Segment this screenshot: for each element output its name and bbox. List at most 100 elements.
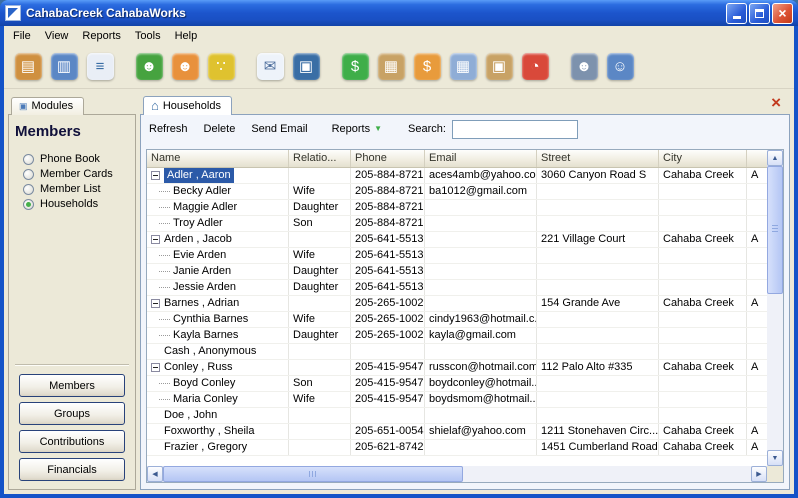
table-row[interactable]: Foxworthy , Sheila205-651-0054shielaf@ya…	[147, 424, 767, 440]
cell-phone: 205-265-1002	[351, 328, 425, 343]
roles-button[interactable]: ☺	[602, 48, 638, 84]
module-option-member-cards[interactable]: Member Cards	[23, 168, 131, 180]
vertical-scroll-thumb[interactable]	[767, 166, 783, 294]
table-row[interactable]: Becky AdlerWife205-884-8721ba1012@gmail.…	[147, 184, 767, 200]
attendance-button[interactable]: ∵	[203, 48, 239, 84]
menu-item-reports[interactable]: Reports	[75, 28, 128, 44]
members-button[interactable]: ☻	[131, 48, 167, 84]
cell-street	[537, 392, 659, 407]
people-pair-button[interactable]: ☻	[566, 48, 602, 84]
sidebar-button-financials[interactable]: Financials	[19, 458, 125, 481]
table-row[interactable]: Janie ArdenDaughter205-641-5513	[147, 264, 767, 280]
cell-street	[537, 280, 659, 295]
reports-grid-button[interactable]: ▦	[445, 48, 481, 84]
table-row[interactable]: Adler , Aaron205-884-8721aces4amb@yahoo.…	[147, 168, 767, 184]
tree-collapse-icon[interactable]	[151, 235, 160, 244]
cell-phone: 205-641-5513	[351, 280, 425, 295]
column-header-street[interactable]: Street	[537, 150, 659, 167]
tree-branch-line	[159, 335, 170, 336]
cell-state	[747, 328, 767, 343]
refresh-button[interactable]: Refresh	[149, 123, 188, 135]
delete-button[interactable]: Delete	[204, 123, 236, 135]
name-text: Arden , Jacob	[164, 232, 232, 247]
gifts-button[interactable]: ▦	[373, 48, 409, 84]
vertical-scrollbar[interactable]: ▲ ▼	[767, 150, 783, 466]
cell-relationship: Wife	[289, 312, 351, 327]
tab-modules[interactable]: ▣ Modules	[11, 97, 84, 115]
cell-name: Arden , Jacob	[147, 232, 289, 247]
menu-item-file[interactable]: File	[6, 28, 38, 44]
households-toolbar: Refresh Delete Send Email Reports ▼ Sear…	[141, 115, 789, 141]
scroll-up-button[interactable]: ▲	[767, 150, 783, 166]
table-row[interactable]: Maria ConleyWife205-415-9547boydsmom@hot…	[147, 392, 767, 408]
tree-collapse-icon[interactable]	[151, 299, 160, 308]
reports-dropdown[interactable]: Reports ▼	[332, 123, 382, 135]
module-option-households[interactable]: Households	[23, 198, 131, 210]
column-header-state[interactable]	[747, 150, 767, 167]
tree-collapse-icon[interactable]	[151, 171, 160, 180]
cell-street	[537, 184, 659, 199]
horizontal-scrollbar[interactable]: ◀ ▶	[147, 466, 767, 482]
maximize-button[interactable]	[749, 3, 770, 24]
cell-email: cindy1963@hotmail.c...	[425, 312, 537, 327]
cell-phone: 205-641-5513	[351, 264, 425, 279]
table-row[interactable]: Jessie ArdenDaughter205-641-5513	[147, 280, 767, 296]
sidebar-button-groups[interactable]: Groups	[19, 402, 125, 425]
cell-name: Jessie Arden	[147, 280, 289, 295]
send-email-button[interactable]: Send Email	[251, 123, 307, 135]
cell-state	[747, 280, 767, 295]
sidebar-button-contributions[interactable]: Contributions	[19, 430, 125, 453]
table-row[interactable]: Frazier , Gregory205-621-87421451 Cumber…	[147, 440, 767, 456]
module-option-member-list[interactable]: Member List	[23, 183, 131, 195]
cell-street: 1211 Stonehaven Circ...	[537, 424, 659, 439]
tab-households[interactable]: ⌂ Households	[143, 96, 232, 115]
scroll-right-button[interactable]: ▶	[751, 466, 767, 482]
column-header-name[interactable]: Name	[147, 150, 289, 167]
column-header-relationship[interactable]: Relatio...	[289, 150, 351, 167]
table-row[interactable]: Doe , John	[147, 408, 767, 424]
contributions-button[interactable]: $	[337, 48, 373, 84]
table-row[interactable]: Cash , Anonymous	[147, 344, 767, 360]
column-header-email[interactable]: Email	[425, 150, 537, 167]
table-row[interactable]: Evie ArdenWife205-641-5513	[147, 248, 767, 264]
menu-item-help[interactable]: Help	[168, 28, 205, 44]
phone-book-button[interactable]: ▤	[10, 48, 46, 84]
cell-state	[747, 312, 767, 327]
column-header-phone[interactable]: Phone	[351, 150, 425, 167]
visitors-icon: ☻	[172, 53, 199, 80]
menu-item-view[interactable]: View	[38, 28, 76, 44]
cell-city	[659, 216, 747, 231]
name-text: Boyd Conley	[173, 376, 235, 391]
table-row[interactable]: Troy AdlerSon205-884-8721	[147, 216, 767, 232]
attendance-icon: ∵	[208, 53, 235, 80]
sidebar-button-members[interactable]: Members	[19, 374, 125, 397]
search-input[interactable]	[452, 120, 578, 139]
send-email-button[interactable]: ✉	[252, 48, 288, 84]
reminders-button[interactable]: ◔	[517, 48, 553, 84]
scroll-down-button[interactable]: ▼	[767, 450, 783, 466]
cell-state	[747, 200, 767, 215]
minimize-button[interactable]	[726, 3, 747, 24]
menu-item-tools[interactable]: Tools	[128, 28, 168, 44]
table-row[interactable]: Boyd ConleySon205-415-9547boydconley@hot…	[147, 376, 767, 392]
close-button[interactable]: ×	[772, 3, 793, 24]
households-panel: Refresh Delete Send Email Reports ▼ Sear…	[140, 114, 790, 490]
inventory-button[interactable]: ▣	[481, 48, 517, 84]
member-cards-button[interactable]: ▥	[46, 48, 82, 84]
member-list-button[interactable]: ≡	[82, 48, 118, 84]
table-row[interactable]: Kayla BarnesDaughter205-265-1002kayla@gm…	[147, 328, 767, 344]
table-row[interactable]: Conley , Russ205-415-9547russcon@hotmail…	[147, 360, 767, 376]
mailbox-button[interactable]: ▣	[288, 48, 324, 84]
horizontal-scroll-thumb[interactable]	[163, 466, 463, 482]
table-row[interactable]: Cynthia BarnesWife205-265-1002cindy1963@…	[147, 312, 767, 328]
table-row[interactable]: Barnes , Adrian205-265-1002154 Grande Av…	[147, 296, 767, 312]
visitors-button[interactable]: ☻	[167, 48, 203, 84]
column-header-city[interactable]: City	[659, 150, 747, 167]
tree-collapse-icon[interactable]	[151, 363, 160, 372]
deposits-button[interactable]: $	[409, 48, 445, 84]
scroll-left-button[interactable]: ◀	[147, 466, 163, 482]
table-row[interactable]: Maggie AdlerDaughter205-884-8721	[147, 200, 767, 216]
tab-close-button[interactable]: ×	[771, 94, 781, 111]
module-option-phone-book[interactable]: Phone Book	[23, 153, 131, 165]
table-row[interactable]: Arden , Jacob205-641-5513221 Village Cou…	[147, 232, 767, 248]
